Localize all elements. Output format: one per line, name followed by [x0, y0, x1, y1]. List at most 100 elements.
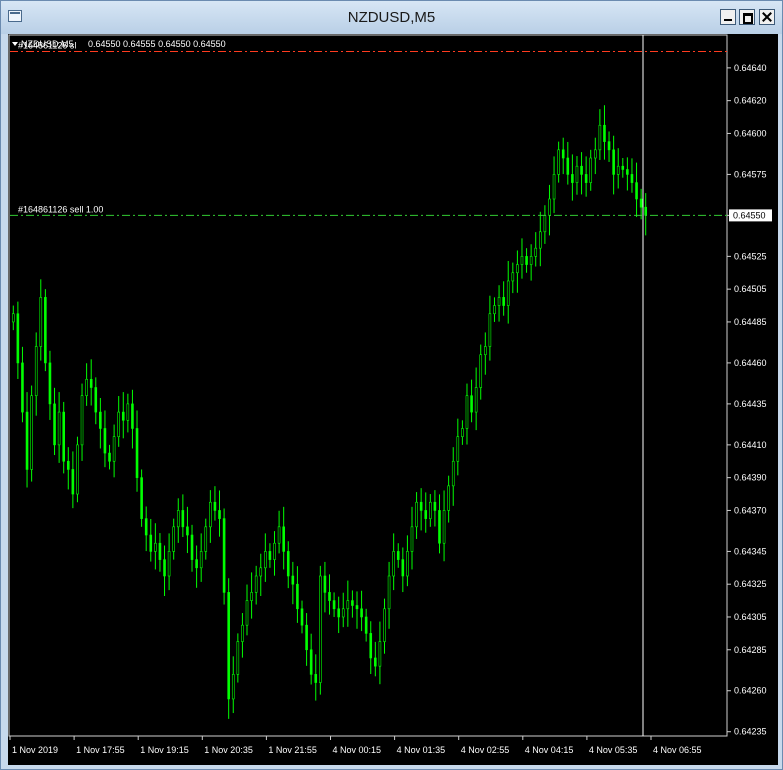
candle-body [135, 428, 139, 478]
candle-body [11, 313, 15, 323]
candle-body [639, 198, 643, 208]
candle-body [520, 256, 524, 265]
candle-body [561, 149, 565, 159]
candle-body [484, 346, 487, 356]
candle-body [57, 411, 61, 446]
candle-body [39, 297, 43, 347]
candle-body [62, 411, 66, 462]
candle-body [204, 526, 208, 552]
candle-body [71, 469, 75, 495]
candle-body [231, 674, 235, 700]
candle-body [502, 297, 505, 306]
x-tick-label: 4 Nov 01:35 [397, 745, 446, 755]
y-tick-label: 0.64345 [734, 546, 767, 556]
candle-body [89, 379, 93, 388]
candle-body [552, 174, 556, 200]
candle-body [250, 592, 253, 601]
candle-body [25, 411, 29, 470]
close-button[interactable] [759, 9, 775, 25]
x-tick-label: 4 Nov 00:15 [333, 745, 382, 755]
candle-body [360, 608, 363, 618]
candle-body [273, 542, 276, 560]
candle-body [383, 608, 386, 642]
candle-body [213, 501, 217, 511]
candle-body [163, 559, 166, 577]
candle-body [319, 575, 322, 683]
x-tick-label: 4 Nov 04:15 [525, 745, 574, 755]
candle-body [227, 592, 230, 700]
y-tick-label: 0.64600 [734, 128, 767, 138]
candle-body [108, 452, 111, 462]
maximize-button[interactable] [739, 9, 755, 25]
candle-body [34, 346, 38, 396]
candle-body [172, 526, 175, 552]
candle-body [525, 256, 528, 265]
candle-body [461, 428, 464, 437]
x-tick-label: 4 Nov 06:55 [653, 745, 702, 755]
x-tick-label: 4 Nov 05:35 [589, 745, 638, 755]
y-tick-label: 0.64460 [734, 358, 767, 368]
candle-body [264, 551, 267, 569]
candle-body [199, 551, 203, 569]
x-tick-label: 1 Nov 17:55 [76, 745, 125, 755]
candle-body [593, 149, 597, 159]
candle-body [374, 657, 377, 667]
candle-body [346, 600, 350, 610]
y-tick-label: 0.64370 [734, 505, 767, 515]
candle-body [401, 559, 405, 577]
y-tick-label: 0.64410 [734, 440, 767, 450]
candle-body [323, 575, 327, 593]
x-tick-label: 4 Nov 02:55 [461, 745, 510, 755]
stop-loss-label: #164861126 sl [18, 40, 76, 50]
price-chart[interactable]: NZDUSD,M5 0.64550 0.64555 0.64550 0.6455… [8, 34, 778, 765]
chart-canvas[interactable]: NZDUSD,M5 0.64550 0.64555 0.64550 0.6455… [8, 34, 778, 765]
candle-body [548, 198, 551, 216]
candle-body [328, 592, 331, 601]
candle-body [534, 247, 538, 257]
candle-body [506, 280, 510, 306]
candle-body [589, 157, 593, 183]
minimize-button[interactable] [720, 9, 736, 25]
y-tick-label: 0.64575 [734, 169, 767, 179]
candle-body [126, 403, 130, 421]
candle-body [341, 608, 345, 618]
candle-body [479, 354, 483, 388]
candle-body [630, 174, 634, 183]
candle-body [497, 297, 501, 306]
candle-body [456, 436, 460, 462]
candle-body [66, 460, 70, 470]
y-tick-label: 0.64525 [734, 251, 767, 261]
candle-body [286, 551, 290, 577]
x-tick-label: 1 Nov 21:55 [268, 745, 317, 755]
candle-body [580, 165, 583, 175]
candle-body [369, 633, 373, 659]
candle-body [396, 551, 400, 560]
candle-body [465, 395, 469, 429]
window-title: NZDUSD,M5 [347, 9, 436, 26]
candle-body [406, 551, 409, 577]
candle-body [337, 608, 340, 618]
candle-body [44, 297, 47, 364]
candle-body [158, 542, 162, 560]
chart-window: NZDUSD,M5 NZDUSD,M5 0.64550 0.64555 0.64… [0, 0, 783, 770]
x-tick-label: 1 Nov 2019 [12, 745, 58, 755]
y-tick-label: 0.64260 [734, 686, 767, 696]
candle-body [626, 169, 629, 175]
header-ohlc: 0.64550 0.64555 0.64550 0.64550 [88, 39, 226, 49]
candle-body [300, 608, 304, 626]
candle-body [543, 215, 547, 233]
candle-body [607, 141, 611, 151]
candle-body [85, 379, 88, 396]
title-bar[interactable]: NZDUSD,M5 [1, 1, 782, 34]
candle-body [433, 501, 437, 511]
candle-body [222, 518, 226, 593]
price-marker-label: 0.64550 [733, 210, 766, 220]
candle-body [516, 264, 519, 274]
candle-body [603, 124, 606, 142]
candle-body [30, 395, 33, 470]
candle-body [575, 165, 579, 183]
candle-body [268, 551, 272, 560]
candle-body [195, 559, 198, 569]
candle-body [424, 510, 428, 519]
x-tick-label: 1 Nov 19:15 [140, 745, 189, 755]
